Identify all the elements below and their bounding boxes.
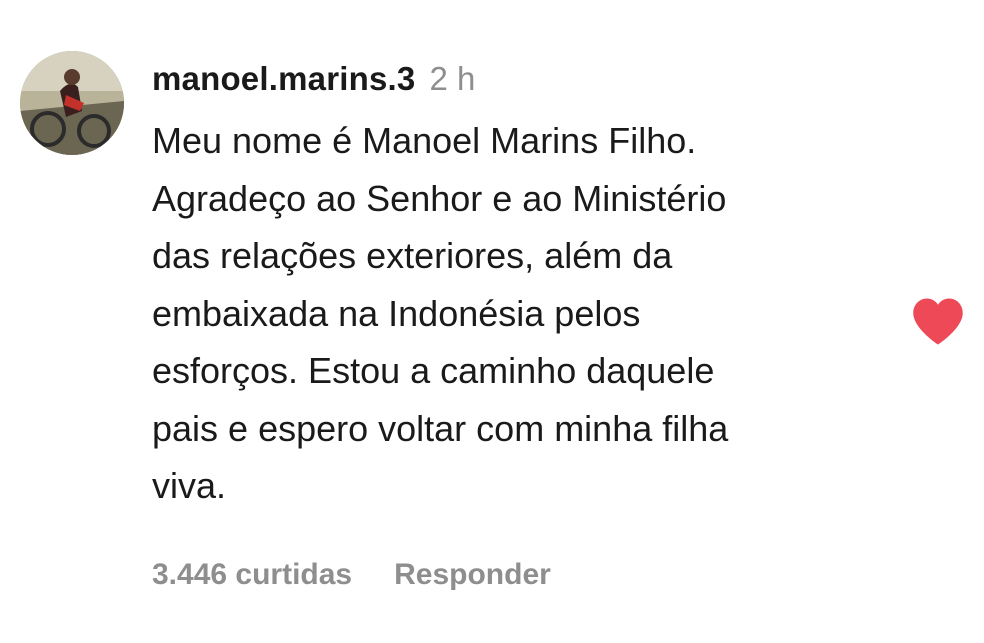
likes-count[interactable]: 3.446 curtidas [152,558,352,592]
comment-text: Meu nome é Manoel Marins Filho. Agradeço… [152,120,729,506]
heart-icon[interactable] [911,296,965,346]
comment-header: manoel.marins.3 2 h [152,60,892,110]
avatar-photo [20,51,124,155]
reply-button[interactable]: Responder [394,558,551,592]
comment-footer: 3.446 curtidas Responder [152,558,551,592]
username[interactable]: manoel.marins.3 [152,60,415,98]
comment: manoel.marins.3 2 h Meu nome é Manoel Ma… [0,0,984,643]
avatar[interactable] [20,51,124,155]
timestamp[interactable]: 2 h [429,60,475,98]
comment-body: manoel.marins.3 2 h Meu nome é Manoel Ma… [152,60,892,515]
